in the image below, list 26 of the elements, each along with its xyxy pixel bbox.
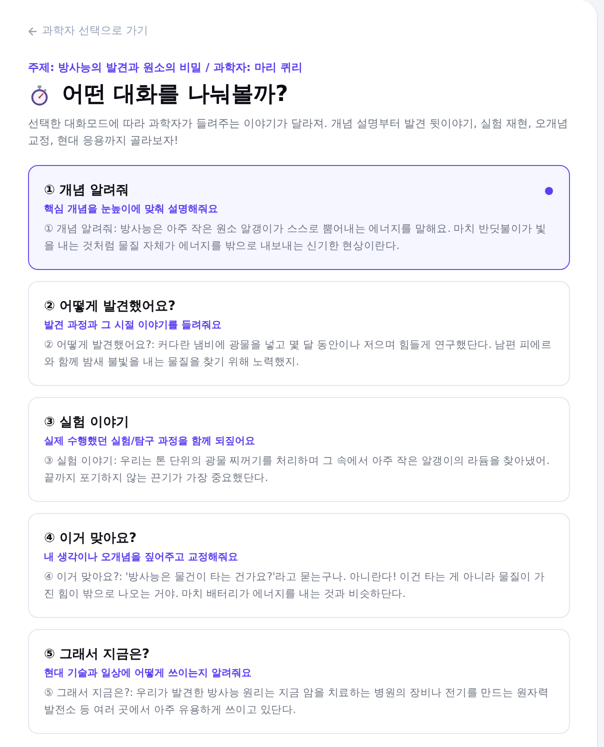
mode-subtitle: 내 생각이나 오개념을 짚어주고 교정해줘요 — [44, 551, 239, 565]
mode-card[interactable]: ⑤ 그래서 지금은? 현대 기술과 일상에 어떻게 쓰이는지 알려줘요 ⑤ 그래서 지금은?: 우리가 발견한 방사능 원리는 지금 암을 치료하는 병원의 장비나 전기를 만드는 원자력 발전소 등 여러 곳에서 아주 유용하게 쓰이고 있단다. — [28, 629, 570, 734]
mode-card[interactable]: ② 어떻게 발견했어요? 발견 과정과 그 시절 이야기를 들려줘요 ② 어떻게 발견했어요?: 커다란 냄비에 광물을 넣고 몇 달 동안이나 저으며 힘들게 연구했단다. 남편 피에르와 함께 밤새 불빛을 내는 물질을 찾기 위해 노력했지. — [28, 281, 570, 386]
mode-card[interactable]: ④ 이거 맞아요? 내 생각이나 오개념을 짚어주고 교정해줘요 ④ 이거 맞아요?: '방사능은 물건이 타는 건가요?'라고 묻는구나. 아니란다! 이건 타는 게 아니라 물질이 가진 힘이 밖으로 나오는 거야. 마치 배터리가 에너지를 내는 것과 비슷하단다. — [28, 513, 570, 618]
topic-text: 주제: 방사능의 발견과 원소의 비밀 / 과학자: 마리 퀴리 — [28, 61, 304, 75]
stopwatch-icon — [30, 84, 49, 106]
mode-subtitle: 발견 과정과 그 시절 이야기를 들려줘요 — [44, 319, 222, 333]
mode-preview-text: ⑤ 그래서 지금은?: 우리가 발견한 방사능 원리는 지금 암을 치료하는 병원의 장비나 전기를 만드는 원자력 발전소 등 여러 곳에서 아주 유용하게 쓰이고 있단다. — [44, 686, 550, 718]
mode-title: ① 개념 알려줘 — [44, 183, 130, 199]
mode-subtitle: 핵심 개념을 눈높이에 맞춰 설명해줘요 — [44, 203, 219, 217]
page-heading: 어떤 대화를 나눠볼까? — [62, 81, 288, 109]
mode-subtitle: 현대 기술과 일상에 어떻게 쓰이는지 알려줘요 — [44, 667, 252, 681]
mode-preview-text: ① 개념 알려줘: 방사능은 아주 작은 원소 알갱이가 스스로 뿜어내는 에너지를 말해요. 마치 반딧불이가 빛을 내는 것처럼 물질 자체가 에너지를 밖으로 내보내는 신기한 현상이란다. — [44, 222, 548, 254]
mode-subtitle: 실제 수행했던 실험/탐구 과정을 함께 되짚어요 — [44, 435, 256, 449]
arrow-left-icon — [28, 26, 37, 36]
mode-title: ③ 실험 이야기 — [44, 415, 130, 431]
mode-preview-text: ③ 실험 이야기: 우리는 톤 단위의 광물 찌꺼기를 처리하며 그 속에서 아주 작은 알갱이의 라듐을 찾아냈어. 끝까지 포기하지 않는 끈기가 가장 중요했단다. — [44, 454, 551, 486]
mode-preview-text: ② 어떻게 발견했어요?: 커다란 냄비에 광물을 넣고 몇 달 동안이나 저으며 힘들게 연구했단다. 남편 피에르와 함께 밤새 불빛을 내는 물질을 찾기 위해 노력했지. — [44, 338, 553, 370]
mode-card[interactable]: ③ 실험 이야기 실제 수행했던 실험/탐구 과정을 함께 되짚어요 ③ 실험 이야기: 우리는 톤 단위의 광물 찌꺼기를 처리하며 그 속에서 아주 작은 알갱이의 라듐을 찾아냈어. 끝까지 포기하지 않는 끈기가 가장 중요했단다. — [28, 397, 570, 502]
mode-title: ⑤ 그래서 지금은? — [44, 647, 150, 663]
selected-dot-icon — [545, 187, 553, 195]
mode-preview-text: ④ 이거 맞아요?: '방사능은 물건이 타는 건가요?'라고 묻는구나. 아니란다! 이건 타는 게 아니라 물질이 가진 힘이 밖으로 나오는 거야. 마치 배터리가 에너지를 내는 것과 비슷하단다. — [44, 570, 546, 602]
description-text: 선택한 대화모드에 따라 과학자가 들려주는 이야기가 달라져. 개념 설명부터 발견 뒷이야기, 실험 재현, 오개념 교정, 현대 응용까지 골라보자! — [28, 116, 569, 149]
mode-title: ④ 이거 맞아요? — [44, 531, 137, 547]
mode-card[interactable]: ① 개념 알려줘 핵심 개념을 눈높이에 맞춰 설명해줘요 ① 개념 알려줘: 방사능은 아주 작은 원소 알갱이가 스스로 뿜어내는 에너지를 말해요. 마치 반딧불이가 빛을 내는 것처럼 물질 자체가 에너지를 밖으로 내보내는 신기한 현상이란다. — [28, 165, 570, 270]
mode-title: ② 어떻게 발견했어요? — [44, 299, 176, 315]
